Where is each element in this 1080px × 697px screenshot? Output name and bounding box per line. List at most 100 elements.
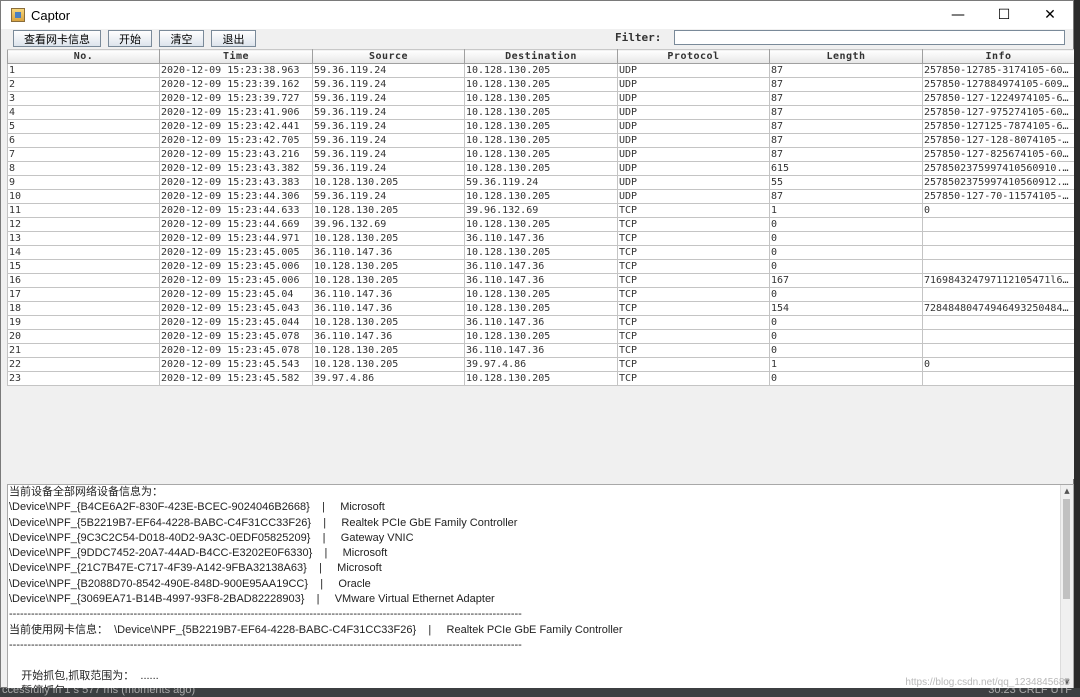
table-row[interactable]: 9 2020-12-09 15:23:43.383 10.128.130.205 59… (7, 175, 1074, 190)
table-cell: 10.128.130.205 (464, 301, 618, 316)
table-cell: 87 (769, 63, 923, 78)
table-cell: 2 (7, 77, 160, 92)
show-nic-info-button[interactable]: 查看网卡信息 (13, 30, 101, 47)
table-cell: 8 (7, 161, 160, 176)
table-cell: 257850-127-1224974105-6... (922, 91, 1074, 106)
table-cell: TCP (617, 287, 770, 302)
table-cell: 257850-127-825674105-60... (922, 147, 1074, 162)
table-cell (922, 371, 1074, 386)
table-cell: 10.128.130.205 (464, 329, 618, 344)
table-cell: 10 (7, 189, 160, 204)
table-cell: 21 (7, 343, 160, 358)
table-cell: UDP (617, 175, 770, 190)
table-row[interactable]: 8 2020-12-09 15:23:43.382 59.36.119.24 10.1… (7, 161, 1074, 176)
clear-button[interactable]: 清空 (159, 30, 204, 47)
table-row[interactable]: 12 2020-12-09 15:23:44.669 39.96.132.69 10.… (7, 217, 1074, 232)
table-row[interactable]: 5 2020-12-09 15:23:42.441 59.36.119.24 10.1… (7, 119, 1074, 134)
table-cell: UDP (617, 119, 770, 134)
table-cell: 11 (7, 203, 160, 218)
table-row[interactable]: 19 2020-12-09 15:23:45.044 10.128.130.205 3… (7, 315, 1074, 330)
column-header[interactable]: Time (159, 49, 313, 64)
table-cell: UDP (617, 147, 770, 162)
column-header[interactable]: Protocol (617, 49, 770, 64)
table-row[interactable]: 7 2020-12-09 15:23:43.216 59.36.119.24 10.1… (7, 147, 1074, 162)
title-bar[interactable]: Captor — ☐ ✕ (1, 1, 1073, 29)
table-cell: 39.96.132.69 (312, 217, 465, 232)
table-cell: 59.36.119.24 (312, 133, 465, 148)
table-cell: 87 (769, 105, 923, 120)
table-row[interactable]: 11 2020-12-09 15:23:44.633 10.128.130.205 3… (7, 203, 1074, 218)
table-cell: 2020-12-09 15:23:41.906 (159, 105, 313, 120)
table-cell: 257850-127884974105-609... (922, 77, 1074, 92)
table-cell: 0 (769, 315, 923, 330)
log-line: \Device\NPF_{B2088D70-8542-490E-848D-900… (9, 577, 371, 590)
java-app-icon (11, 8, 25, 22)
table-row[interactable]: 2 2020-12-09 15:23:39.162 59.36.119.24 10.1… (7, 77, 1074, 92)
table-row[interactable]: 20 2020-12-09 15:23:45.078 36.110.147.36 10… (7, 329, 1074, 344)
table-cell: 154 (769, 301, 923, 316)
table-cell: 10.128.130.205 (464, 371, 618, 386)
table-cell: UDP (617, 91, 770, 106)
table-cell: 10.128.130.205 (464, 91, 618, 106)
table-row[interactable]: 18 2020-12-09 15:23:45.043 36.110.147.36 10… (7, 301, 1074, 316)
table-cell: 6 (7, 133, 160, 148)
table-cell: UDP (617, 161, 770, 176)
table-cell: 10.128.130.205 (312, 343, 465, 358)
column-header[interactable]: Length (769, 49, 923, 64)
table-row[interactable]: 3 2020-12-09 15:23:39.727 59.36.119.24 10.1… (7, 91, 1074, 106)
table-cell: 10.128.130.205 (312, 203, 465, 218)
table-cell: 257850-127-70-11574105-... (922, 189, 1074, 204)
log-text-area[interactable]: 当前设备全部网络设备信息为： \Device\NPF_{B4CE6A2F-830F… (7, 484, 1074, 689)
table-cell: 36.110.147.36 (464, 273, 618, 288)
exit-button[interactable]: 退出 (211, 30, 256, 47)
table-row[interactable]: 23 2020-12-09 15:23:45.582 39.97.4.86 10.12… (7, 371, 1074, 386)
packet-table: No. Time Source Destination Protocol Length In… (7, 49, 1074, 386)
column-header[interactable]: Destination (464, 49, 618, 64)
maximize-button[interactable]: ☐ (981, 1, 1027, 29)
table-cell: 10.128.130.205 (464, 63, 618, 78)
table-cell (922, 245, 1074, 260)
table-cell: TCP (617, 315, 770, 330)
log-line: \Device\NPF_{9C3C2C54-D018-40D2-9A3C-0ED… (9, 531, 414, 544)
table-cell: 2020-12-09 15:23:42.441 (159, 119, 313, 134)
table-cell: 2020-12-09 15:23:39.727 (159, 91, 313, 106)
table-cell: TCP (617, 301, 770, 316)
table-row[interactable]: 17 2020-12-09 15:23:45.04 36.110.147.36 10.… (7, 287, 1074, 302)
table-row[interactable]: 16 2020-12-09 15:23:45.006 10.128.130.205 3… (7, 273, 1074, 288)
table-cell: 10.128.130.205 (464, 147, 618, 162)
scroll-thumb[interactable] (1063, 499, 1070, 599)
table-row[interactable]: 1 2020-12-09 15:23:38.963 59.36.119.24 10.1… (7, 63, 1074, 78)
table-cell: 39.97.4.86 (312, 371, 465, 386)
table-cell: 10.128.130.205 (312, 175, 465, 190)
scroll-up-arrow-icon[interactable]: ▲ (1061, 485, 1073, 497)
start-button[interactable]: 开始 (108, 30, 152, 47)
table-row[interactable]: 13 2020-12-09 15:23:44.971 10.128.130.205 3… (7, 231, 1074, 246)
filter-input[interactable] (674, 30, 1065, 45)
table-row[interactable]: 21 2020-12-09 15:23:45.078 10.128.130.205 3… (7, 343, 1074, 358)
table-row[interactable]: 6 2020-12-09 15:23:42.705 59.36.119.24 10.1… (7, 133, 1074, 148)
table-row[interactable]: 22 2020-12-09 15:23:45.543 10.128.130.205 3… (7, 357, 1074, 372)
table-row[interactable]: 15 2020-12-09 15:23:45.006 10.128.130.205 3… (7, 259, 1074, 274)
table-cell: 2020-12-09 15:23:45.043 (159, 301, 313, 316)
column-header[interactable]: Source (312, 49, 465, 64)
table-row[interactable]: 4 2020-12-09 15:23:41.906 59.36.119.24 10.1… (7, 105, 1074, 120)
table-cell: 87 (769, 119, 923, 134)
table-cell: 10.128.130.205 (464, 161, 618, 176)
table-cell: 36.110.147.36 (464, 259, 618, 274)
table-cell: 0 (769, 371, 923, 386)
table-cell: 2020-12-09 15:23:44.971 (159, 231, 313, 246)
column-header[interactable]: No. (7, 49, 160, 64)
close-button[interactable]: ✕ (1027, 1, 1073, 29)
log-scrollbar[interactable]: ▲ ▼ (1060, 485, 1073, 688)
table-row[interactable]: 14 2020-12-09 15:23:45.005 36.110.147.36 10… (7, 245, 1074, 260)
table-cell: TCP (617, 273, 770, 288)
table-cell: 2020-12-09 15:23:42.705 (159, 133, 313, 148)
minimize-button[interactable]: — (935, 1, 981, 29)
table-cell: 0 (922, 357, 1074, 372)
table-cell: 257850-127125-7874105-6... (922, 119, 1074, 134)
table-cell: 13 (7, 231, 160, 246)
table-row[interactable]: 10 2020-12-09 15:23:44.306 59.36.119.24 10.… (7, 189, 1074, 204)
column-header[interactable]: Info (922, 49, 1074, 64)
table-cell: 59.36.119.24 (312, 147, 465, 162)
table-cell: 20 (7, 329, 160, 344)
